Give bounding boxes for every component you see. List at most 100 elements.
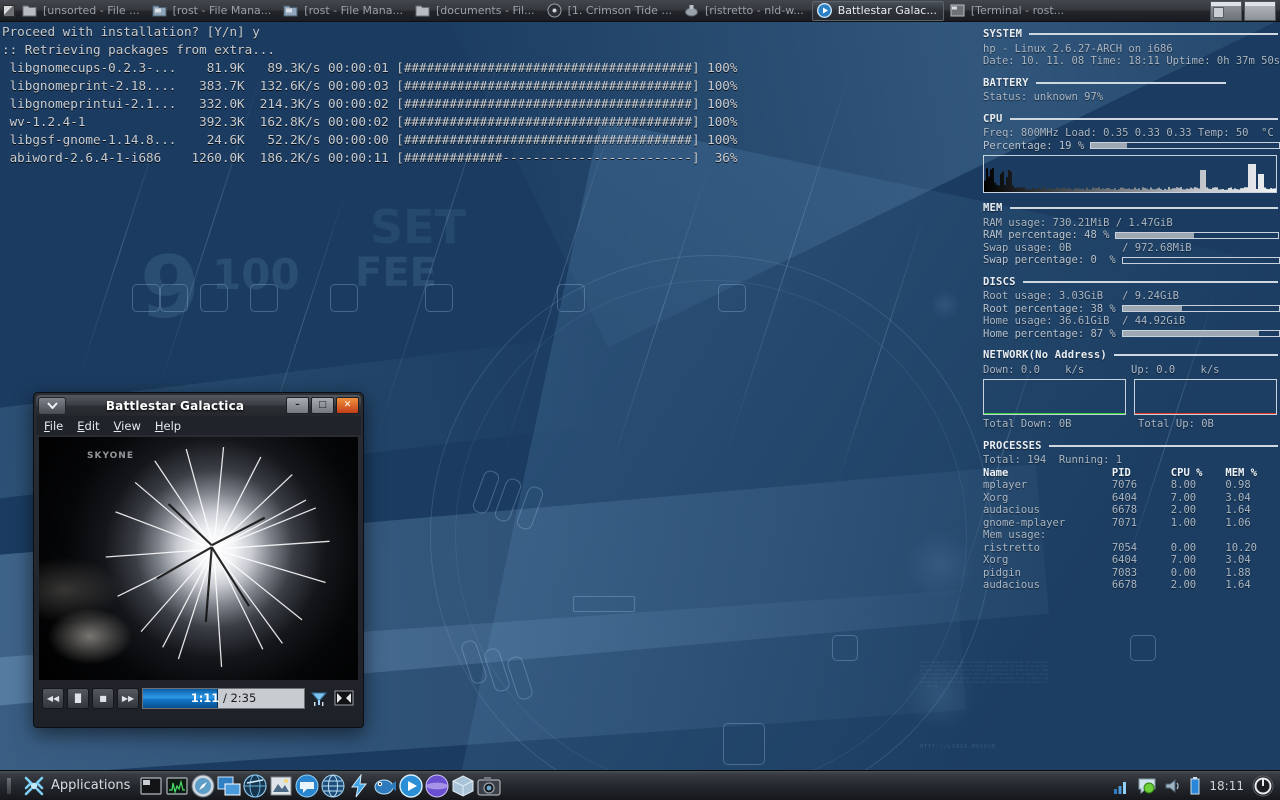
wallpaper-square [250,284,278,312]
wallpaper-orb [905,530,975,600]
playback-duration: 2:35 [230,691,257,705]
section-title: DISCS [983,275,1016,288]
window-button-2[interactable]: [rost - File Mana... [279,1,409,20]
menu-edit[interactable]: Edit [77,419,99,433]
signal-strength-icon[interactable] [1111,776,1131,796]
process-mem-subheader: Mem usage: [983,529,1047,541]
menu-view[interactable]: View [114,419,141,433]
bottom-panel[interactable]: Applications 18:11 [0,770,1280,800]
launcher-network-globe-icon[interactable] [321,774,345,798]
media-player-window[interactable]: Battlestar Galactica – □ ✕ File Edit View Hel… [33,392,364,728]
root-percentage-bar [1121,305,1280,313]
menu-file[interactable]: File [44,419,63,433]
terminal-line-6: libgsf-gnome-1.14.8... 24.6K 52.2K/s 00:… [2,132,738,147]
wallpaper-square [723,723,765,765]
process-table-head: Name PID CPU % MEM % [983,467,1280,480]
pause-button[interactable]: ▐▌ [67,687,89,709]
wallpaper-square [330,284,358,312]
player-menubar[interactable]: File Edit View Help [36,416,361,435]
section-rule [1009,207,1278,210]
root-percentage-label: Root percentage: 38 % [983,302,1116,315]
launcher-remote-desktop-icon[interactable] [217,774,241,798]
process-cpu-cell: 1.06 [1225,516,1251,529]
fast-forward-button[interactable]: ▶▶ [117,687,139,709]
window-button-3[interactable]: [documents - Fil... [411,1,541,20]
section-title: SYSTEM [983,28,1023,40]
volume-icon[interactable] [1163,776,1183,796]
wallpaper-ghost-text: 100 [212,250,300,299]
process-column-pid: PID [1111,466,1131,479]
window-button-label: Battlestar Galac... [837,4,937,17]
player-video-area[interactable]: SKYONE [39,437,358,680]
launcher-web-browser-compass-icon[interactable] [191,774,215,798]
process-cpu-cell: 0.98 [1225,479,1251,491]
rewind-button[interactable]: ◀◀ [42,687,64,709]
chevron-down-icon[interactable] [38,396,66,415]
panel-drag-handle[interactable] [1,1,17,21]
menu-help[interactable]: Help [155,419,181,433]
player-titlebar[interactable]: Battlestar Galactica – □ ✕ [36,395,361,416]
window-button-6[interactable]: Battlestar Galac... [811,0,944,21]
section-title: MEM [983,202,1003,214]
minimize-button[interactable]: – [286,397,309,414]
terminal-line-1: :: Retrieving packages from extra... [2,42,275,57]
fullscreen-button[interactable] [333,688,355,708]
volume-button[interactable] [308,687,330,709]
launcher-pidgin-icon[interactable] [373,774,397,798]
section-title: BATTERY [983,76,1029,89]
process-table: Name PID CPU % MEM % mplayer 7076 8.00 0.98 Xor… [983,467,1280,592]
launcher-media-player-icon[interactable] [399,773,424,798]
launcher-system-monitor-icon[interactable] [165,774,189,798]
bottom-panel-drag-handle[interactable] [1,776,17,796]
launcher-chat-bubble-icon[interactable] [295,774,319,798]
pause-icon: ▐▌ [71,693,85,703]
launcher-power-bolt-icon[interactable] [347,773,371,798]
pidgin-tray-icon[interactable] [1137,776,1157,796]
minimize-icon: – [295,400,300,410]
maximize-button[interactable]: □ [311,397,334,414]
process-mem-cell: audacious [983,579,1040,591]
wallpaper-square [200,284,228,312]
process-cpu-row: Xorg 6404 7.00 3.04 [983,492,1280,505]
launcher-purple-orb-icon[interactable] [425,774,449,798]
window-button-4[interactable]: [1. Crimson Tide ... [543,1,678,20]
network-down-label: Down: 0.0 k/s [983,363,1085,376]
launcher-screenshot-camera-icon[interactable] [477,774,501,798]
launcher-terminal-icon[interactable] [139,774,163,798]
process-mem-cell: 6404 [1111,554,1138,566]
wallpaper-wireframe [505,654,535,702]
terminal-line-3: libgnomeprint-2.18.... 383.7K 132.6K/s 0… [2,78,738,93]
home-percentage-bar [1121,330,1280,338]
launcher-image-viewer-icon[interactable] [269,774,293,798]
process-totals-line: Total: 194 Running: 1 [983,454,1123,466]
workspace-switcher[interactable] [1210,0,1276,21]
close-button[interactable]: ✕ [336,397,359,414]
terminal-line-2: libgnomecups-0.2.3-... 81.9K 89.3K/s 00:… [2,60,738,75]
power-icon[interactable] [1252,775,1274,797]
workspace-2[interactable] [1244,0,1276,21]
desktop-screen: 9 100 FEE SET lorem ipsum dolor sit amet… [0,0,1280,800]
drag-handle-icon [7,777,11,794]
window-button-5[interactable]: [ristretto - nld-w... [680,1,810,20]
wallpaper-orb [930,290,960,320]
window-button-7[interactable]: [Terminal - rost... [946,1,1070,20]
window-button-1[interactable]: [rost - File Mana... [148,1,278,20]
workspace-1[interactable] [1210,0,1242,21]
battery-icon[interactable] [1189,776,1201,796]
process-cpu-cell: audacious [983,504,1040,516]
applications-menu-button[interactable]: Applications [17,772,138,800]
top-panel[interactable]: [unsorted - File ... [rost - File Mana...… [0,0,1280,22]
launcher-package-cube-icon[interactable] [451,774,475,798]
stop-icon: ■ [99,693,107,703]
wallpaper-ghost-text: SET [370,200,466,254]
stop-button[interactable]: ■ [92,687,114,709]
clock[interactable]: 18:11 [1207,779,1246,793]
window-button-label: [documents - Fil... [435,4,535,17]
network-total-up: Total Up: 0B [1138,418,1214,430]
process-mem-cell: 1.88 [1225,566,1251,579]
seek-slider[interactable]: 1:11 / 2:35 [142,687,305,709]
system-tray: 18:11 [1111,775,1280,797]
player-controls[interactable]: ◀◀ ▐▌ ■ ▶▶ 1:11 / 2:35 [39,684,358,712]
launcher-globe-browser-icon[interactable] [243,773,268,798]
window-button-0[interactable]: [unsorted - File ... [18,1,146,20]
